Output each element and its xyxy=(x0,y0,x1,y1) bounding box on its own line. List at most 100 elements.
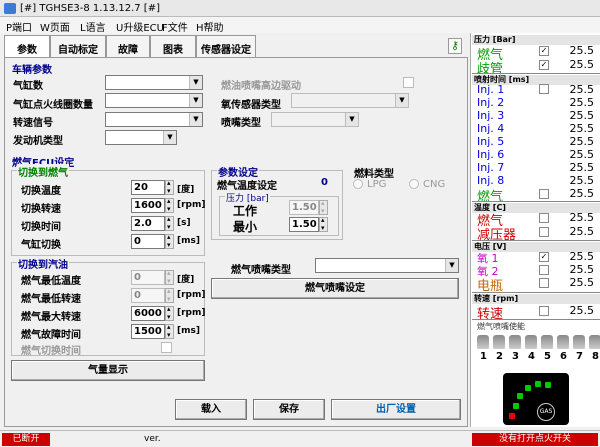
switch-time-input[interactable]: 2.0 xyxy=(131,216,165,231)
min-temp-label: 燃气最低温度 xyxy=(21,276,81,287)
divider xyxy=(472,240,600,241)
fault-time-label: 燃气故障时间 xyxy=(21,330,81,341)
plug-icon[interactable]: ⚷ xyxy=(448,38,462,54)
rpm-value: 25.5 xyxy=(569,304,595,317)
nozzle-1-icon[interactable] xyxy=(477,335,489,349)
o2-2-checkbox[interactable] xyxy=(539,265,549,275)
min-rpm-spinner[interactable] xyxy=(165,287,174,303)
chevron-down-icon: ▼ xyxy=(163,131,176,144)
min-rpm-label: 燃气最低转速 xyxy=(21,294,81,305)
min-rpm-input[interactable]: 0 xyxy=(131,288,165,303)
nozzle-5-number: 5 xyxy=(544,351,551,362)
tab-autocal[interactable]: 自动标定 xyxy=(50,35,106,57)
nozzle-7-number: 7 xyxy=(576,351,583,362)
battery-checkbox[interactable] xyxy=(539,278,549,288)
inj-1-value: 25.5 xyxy=(569,83,595,96)
switch-petrol-time-checkbox[interactable] xyxy=(161,342,172,353)
cylinders-select[interactable]: ▼ xyxy=(105,75,203,90)
nozzle-6-number: 6 xyxy=(560,351,567,362)
nozzle-4-icon[interactable] xyxy=(525,335,537,349)
nozzle-2-number: 2 xyxy=(496,351,503,362)
o2-1-value: 25.5 xyxy=(569,250,595,263)
params-panel: 车辆参数 气缸数 ▼ 气缸点火线圈数量 ▼ 转速信号 ▼ 发动机类型 ▼ 燃油喷… xyxy=(4,57,468,427)
inj-2-value: 25.5 xyxy=(569,96,595,109)
inj-3-value: 25.5 xyxy=(569,109,595,122)
ignition-coils-select[interactable]: ▼ xyxy=(105,93,203,108)
lpg-radio[interactable] xyxy=(353,179,363,189)
cylinders-label: 气缸数 xyxy=(13,81,43,92)
gas-temp-label: 燃气温度设定 xyxy=(217,181,277,192)
chevron-down-icon: ▼ xyxy=(395,94,408,107)
fault-time-input[interactable]: 1500 xyxy=(131,324,165,339)
manifold-checkbox[interactable]: ✓ xyxy=(539,60,549,70)
switch-rpm-input[interactable]: 1600 xyxy=(131,198,165,213)
switch-time-spinner[interactable] xyxy=(165,215,174,231)
temp-gas-checkbox[interactable] xyxy=(539,213,549,223)
save-button[interactable]: 保存 xyxy=(253,399,325,420)
window-title: [#] TGHSE3-8 1.13.12.7 [#] xyxy=(20,3,160,14)
max-rpm-input[interactable]: 6000 xyxy=(131,306,165,321)
fault-time-unit: [ms] xyxy=(177,326,200,336)
o2-1-checkbox[interactable]: ✓ xyxy=(539,252,549,262)
nozzle-2-icon[interactable] xyxy=(493,335,505,349)
vehicle-section-title: 车辆参数 xyxy=(11,61,53,76)
inj-gas-checkbox[interactable] xyxy=(539,189,549,199)
injector-drive-checkbox[interactable] xyxy=(403,77,414,88)
switch-temp-input[interactable]: 20 xyxy=(131,180,165,195)
min-pressure-input[interactable]: 1.50 xyxy=(289,217,319,232)
chevron-down-icon: ▼ xyxy=(445,259,458,272)
work-pressure-input[interactable]: 1.50 xyxy=(289,200,319,215)
temp-reducer-checkbox[interactable] xyxy=(539,227,549,237)
cng-radio[interactable] xyxy=(409,179,419,189)
nozzle-8-icon[interactable] xyxy=(589,335,600,349)
switch-rpm-spinner[interactable] xyxy=(165,197,174,213)
menu-upgrade[interactable]: U升级ECU xyxy=(116,19,164,34)
nozzle-6-icon[interactable] xyxy=(557,335,569,349)
inj-6-label: Inj. 6 xyxy=(477,148,505,161)
menu-file[interactable]: F文件 xyxy=(162,19,188,34)
nozzle-3-icon[interactable] xyxy=(509,335,521,349)
tab-sensors[interactable]: 传感器设定 xyxy=(196,35,256,57)
tab-params[interactable]: 参数 xyxy=(4,35,50,57)
switch-petrol-time-label: 燃气切换时间 xyxy=(21,346,81,357)
switch-temp-spinner[interactable] xyxy=(165,179,174,195)
menu-port[interactable]: P端口 xyxy=(6,19,32,34)
load-button[interactable]: 载入 xyxy=(175,399,247,420)
min-pressure-spinner[interactable] xyxy=(319,216,328,232)
inj-4-label: Inj. 4 xyxy=(477,122,505,135)
battery-value: 25.5 xyxy=(569,276,595,289)
chevron-down-icon: ▼ xyxy=(189,113,202,126)
manifold-value: 25.5 xyxy=(569,58,595,71)
factory-settings-button[interactable]: 出厂设置 xyxy=(331,399,461,420)
work-pressure-spinner[interactable] xyxy=(319,199,328,215)
nozzle-5-icon[interactable] xyxy=(541,335,553,349)
rpm-checkbox[interactable] xyxy=(539,306,549,316)
gas-pressure-checkbox[interactable]: ✓ xyxy=(539,46,549,56)
tab-charts[interactable]: 图表 xyxy=(150,35,196,57)
rpm-signal-select[interactable]: ▼ xyxy=(105,112,203,127)
gas-nozzle-settings-button[interactable]: 燃气喷嘴设定 xyxy=(211,278,459,299)
nozzle-7-icon[interactable] xyxy=(573,335,585,349)
gas-display-button[interactable]: 气量显示 xyxy=(11,360,205,381)
switch-temp-unit: [度] xyxy=(177,185,195,195)
max-rpm-spinner[interactable] xyxy=(165,305,174,321)
min-temp-spinner[interactable] xyxy=(165,269,174,285)
menu-page[interactable]: W页面 xyxy=(40,19,70,34)
menu-help[interactable]: H帮助 xyxy=(196,19,224,34)
gas-badge: GAS xyxy=(537,403,555,421)
temp-gas-value: 25.5 xyxy=(569,211,595,224)
cyl-switch-spinner[interactable] xyxy=(165,233,174,249)
engine-type-select[interactable]: ▼ xyxy=(105,130,177,145)
engine-type-label: 发动机类型 xyxy=(13,136,63,147)
cyl-switch-input[interactable]: 0 xyxy=(131,234,165,249)
tab-faults[interactable]: 故障 xyxy=(106,35,150,57)
min-temp-input[interactable]: 0 xyxy=(131,270,165,285)
inj-1-checkbox[interactable] xyxy=(539,84,549,94)
o2-sensor-select[interactable]: ▼ xyxy=(291,93,409,108)
nozzle-type-select[interactable]: ▼ xyxy=(271,112,359,127)
inj-3-label: Inj. 3 xyxy=(477,109,505,122)
to-petrol-title: 切换到汽油 xyxy=(17,256,69,271)
fault-time-spinner[interactable] xyxy=(165,323,174,339)
menu-language[interactable]: L语言 xyxy=(80,19,106,34)
gas-nozzle-type-select[interactable]: ▼ xyxy=(315,258,459,273)
